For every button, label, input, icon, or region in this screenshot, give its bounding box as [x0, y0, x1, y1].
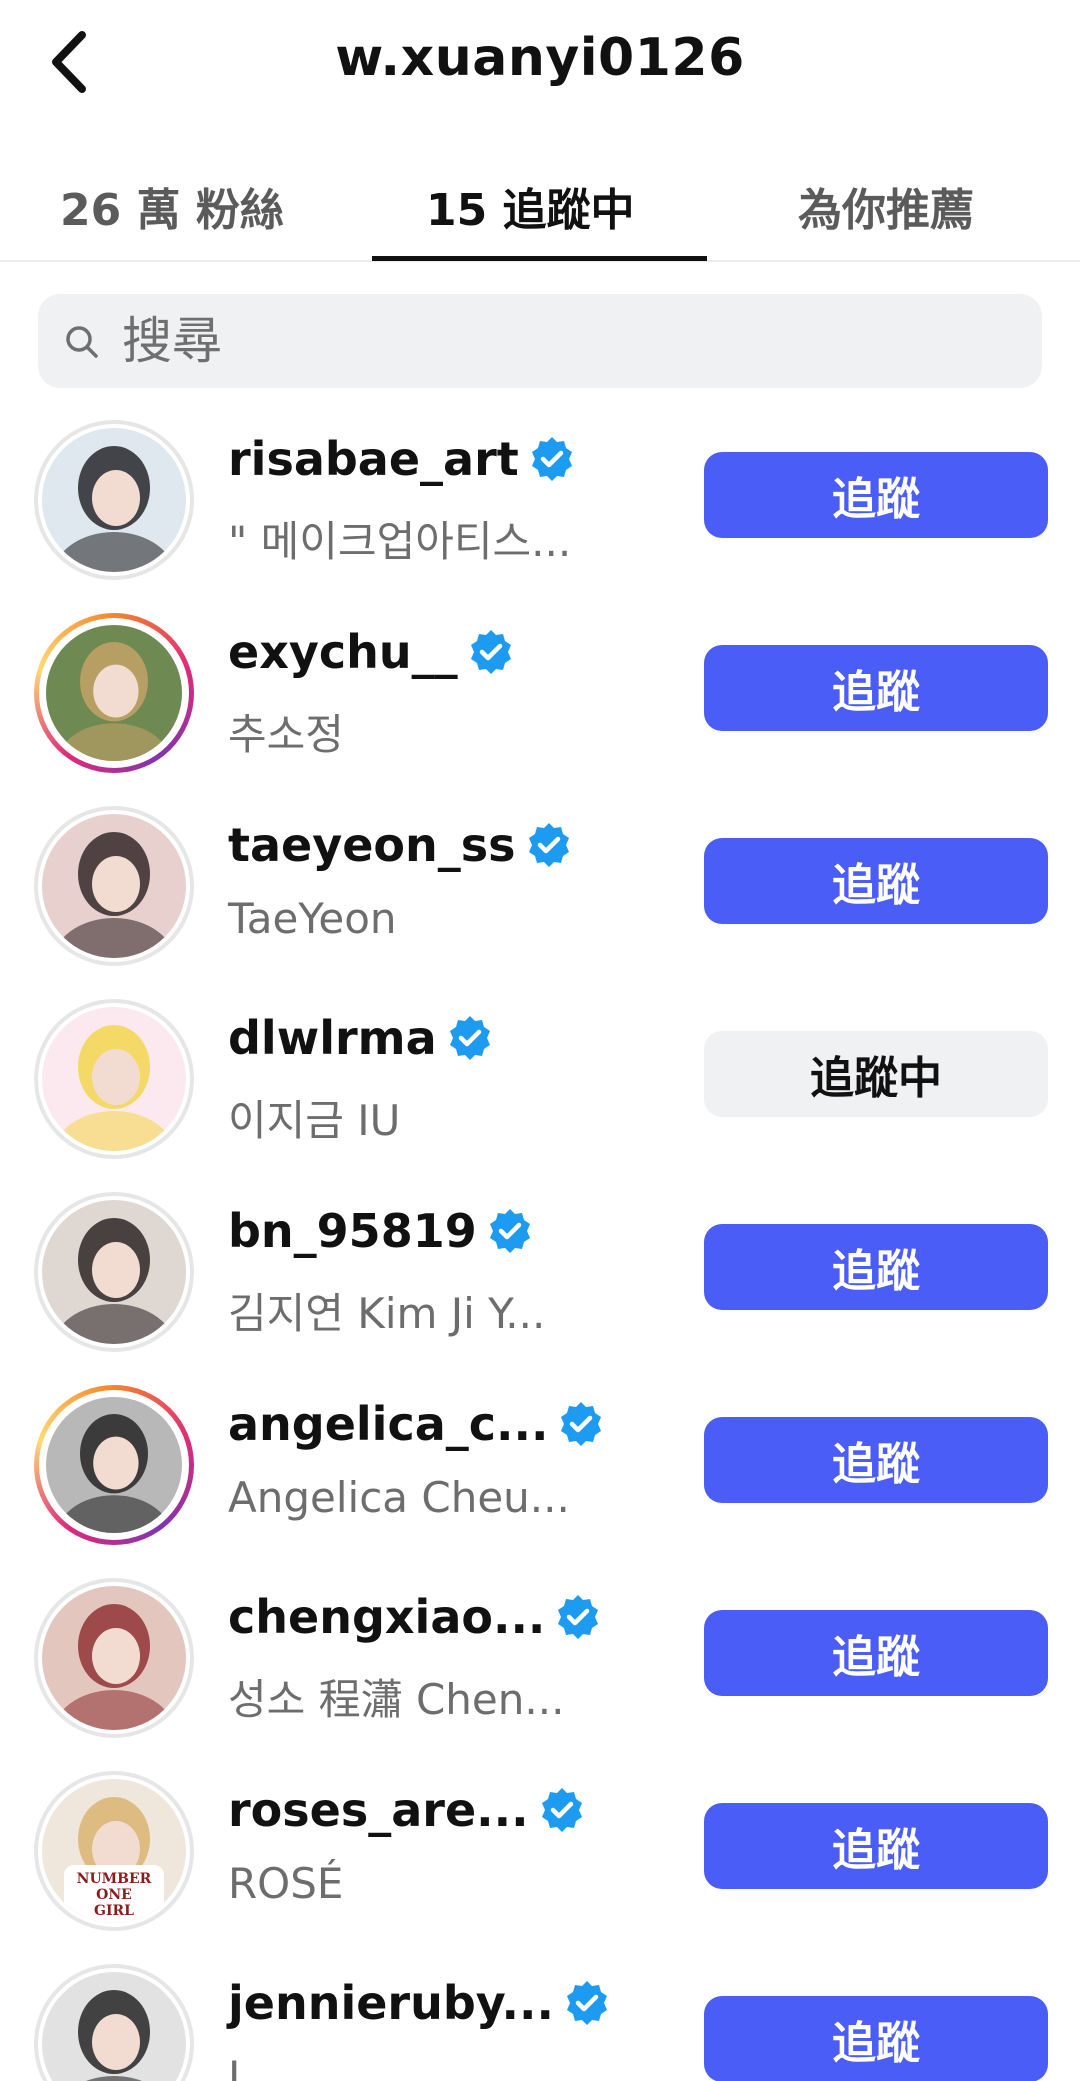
avatar [46, 625, 182, 761]
username[interactable]: bn_95819 [228, 1204, 477, 1258]
story-ring[interactable] [34, 1385, 194, 1545]
username-line[interactable]: jennieruby... [228, 1976, 612, 2030]
tab-followers[interactable]: 26 萬 粉絲 [60, 174, 284, 238]
verified-badge-icon [541, 1788, 582, 1832]
verified-badge-icon [558, 1595, 599, 1639]
avatar-frame[interactable] [34, 806, 194, 966]
tab-bar: 26 萬 粉絲 15 追蹤中 為你推薦 [0, 150, 1080, 262]
username[interactable]: taeyeon_ss [228, 818, 516, 872]
avatar-border [38, 424, 190, 576]
follow-button[interactable]: 追蹤 [704, 838, 1048, 924]
avatar [46, 1397, 182, 1533]
username[interactable]: chengxiao... [228, 1590, 545, 1644]
avatar-frame[interactable] [34, 420, 194, 580]
avatar-shirt-text: ONE [96, 1887, 132, 1903]
username[interactable]: risabae_art [228, 432, 519, 486]
page-title: w.xuanyi0126 [335, 28, 745, 88]
story-ring[interactable] [34, 613, 194, 773]
verified-badge-icon [531, 437, 572, 481]
avatar-border [38, 1196, 190, 1348]
avatar-shirt-text: GIRL [94, 1903, 134, 1919]
avatar-border: NUMBER ONE GIRL [38, 1775, 190, 1927]
avatar-border [39, 1390, 189, 1540]
username[interactable]: exychu__ [228, 625, 458, 679]
list-item[interactable]: risabae_art " 메이크업아티스... 追蹤 [0, 400, 1080, 593]
avatar-frame[interactable] [34, 1192, 194, 1352]
username-line[interactable]: risabae_art [228, 432, 577, 486]
avatar-border [38, 1582, 190, 1734]
list-item[interactable]: jennieruby... J 追蹤 [0, 1944, 1080, 2081]
username-line[interactable]: angelica_c... [228, 1397, 606, 1451]
verified-badge-icon [489, 1209, 530, 1253]
avatar-border [39, 618, 189, 768]
full-name: " 메이크업아티스... [228, 517, 572, 566]
avatar-border [38, 810, 190, 962]
list-item[interactable]: taeyeon_ss TaeYeon 追蹤 [0, 786, 1080, 979]
top-bar: w.xuanyi0126 [0, 0, 1080, 125]
verified-badge-icon [561, 1402, 602, 1446]
follow-button[interactable]: 追蹤 [704, 1224, 1048, 1310]
search-bar[interactable] [38, 294, 1042, 388]
list-item[interactable]: bn_95819 김지연 Kim Ji Y... 追蹤 [0, 1172, 1080, 1365]
list-item[interactable]: NUMBER ONE GIRL roses_are... ROSÉ 追蹤 [0, 1751, 1080, 1944]
avatar [42, 428, 186, 572]
avatar: NUMBER ONE GIRL [42, 1779, 186, 1923]
full-name: 추소정 [228, 710, 344, 759]
full-name: ROSÉ [228, 1859, 344, 1908]
username[interactable]: angelica_c... [228, 1397, 548, 1451]
full-name: Angelica Cheu... [228, 1473, 570, 1522]
username-line[interactable]: roses_are... [228, 1783, 587, 1837]
avatar [42, 814, 186, 958]
username-line[interactable]: taeyeon_ss [228, 818, 574, 872]
follow-button[interactable]: 追蹤 [704, 452, 1048, 538]
avatar-frame[interactable] [34, 1578, 194, 1738]
active-tab-indicator [372, 256, 707, 261]
follow-button[interactable]: 追蹤 [704, 1996, 1048, 2081]
avatar [42, 1586, 186, 1730]
full-name: TaeYeon [228, 894, 397, 943]
search-input[interactable] [122, 304, 1002, 378]
tab-following[interactable]: 15 追蹤中 [426, 174, 635, 238]
avatar-border [38, 1003, 190, 1155]
follow-button[interactable]: 追蹤 [704, 1803, 1048, 1889]
full-name: J [228, 2052, 241, 2081]
username-line[interactable]: exychu__ [228, 625, 516, 679]
search-icon [66, 326, 98, 358]
follow-button[interactable]: 追蹤 [704, 1610, 1048, 1696]
full-name: 성소 程瀟 Chen... [228, 1675, 565, 1724]
username-line[interactable]: chengxiao... [228, 1590, 603, 1644]
list-item[interactable]: angelica_c... Angelica Cheu... 追蹤 [0, 1365, 1080, 1558]
username[interactable]: jennieruby... [228, 1976, 554, 2030]
follow-button[interactable]: 追蹤 [704, 1417, 1048, 1503]
avatar [42, 1007, 186, 1151]
username[interactable]: dlwlrma [228, 1011, 437, 1065]
avatar-border [38, 1968, 190, 2081]
list-item[interactable]: chengxiao... 성소 程瀟 Chen... 追蹤 [0, 1558, 1080, 1751]
avatar [42, 1972, 186, 2081]
tab-suggested[interactable]: 為你推薦 [798, 174, 974, 238]
username-line[interactable]: bn_95819 [228, 1204, 535, 1258]
full-name: 김지연 Kim Ji Y... [228, 1289, 546, 1338]
avatar-frame[interactable] [34, 1964, 194, 2081]
avatar-frame[interactable]: NUMBER ONE GIRL [34, 1771, 194, 1931]
verified-badge-icon [449, 1016, 490, 1060]
verified-badge-icon [470, 630, 511, 674]
username-line[interactable]: dlwlrma [228, 1011, 495, 1065]
list-item[interactable]: exychu__ 추소정 追蹤 [0, 593, 1080, 786]
avatar-frame[interactable] [34, 999, 194, 1159]
verified-badge-icon [566, 1981, 607, 2025]
avatar-shirt-text: NUMBER [77, 1871, 152, 1887]
full-name: 이지금 IU [228, 1096, 401, 1145]
follow-button[interactable]: 追蹤 [704, 645, 1048, 731]
verified-badge-icon [528, 823, 569, 867]
avatar [42, 1200, 186, 1344]
following-button[interactable]: 追蹤中 [704, 1031, 1048, 1117]
username[interactable]: roses_are... [228, 1783, 529, 1837]
list-item[interactable]: dlwlrma 이지금 IU 追蹤中 [0, 979, 1080, 1172]
